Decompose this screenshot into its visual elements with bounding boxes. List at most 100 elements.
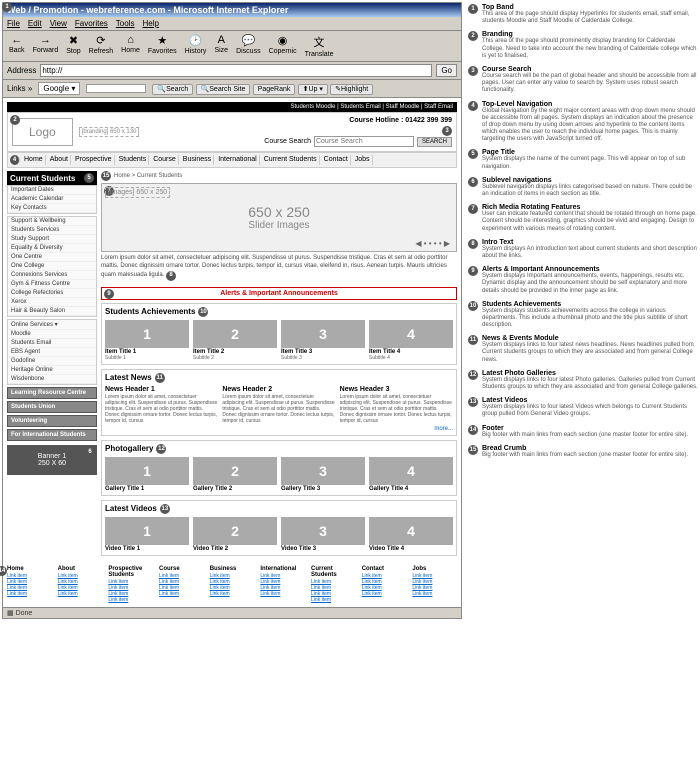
news-more[interactable]: more... [105, 426, 453, 432]
thumb-item[interactable]: 4Item Title 4Subtitle 4 [369, 320, 453, 361]
footer-link[interactable]: Link item [7, 591, 52, 597]
menu-edit[interactable]: Edit [28, 19, 42, 28]
discuss-button[interactable]: 💬Discuss [234, 34, 263, 58]
nav-jobs[interactable]: Jobs [353, 155, 373, 165]
footer-link[interactable]: Link item [58, 591, 103, 597]
sidebar-item[interactable]: Hair & Beauty Salon [8, 307, 96, 316]
stop-button[interactable]: ✖Stop [64, 34, 82, 58]
google-btn[interactable]: ⬆Up ▾ [298, 84, 328, 95]
sidebar-item[interactable]: Students Email [8, 339, 96, 348]
thumb-item[interactable]: 2Item Title 2Subtitle 2 [193, 320, 277, 361]
copernic-button[interactable]: ◉Copernic [267, 34, 299, 58]
news-item[interactable]: News Header 2Lorem ipsum dolor sit amet,… [222, 386, 335, 424]
links-bar: Links » Google ▾ 🔍Search 🔍Search Site Pa… [3, 80, 461, 98]
sidebar-item[interactable]: College Refectories [8, 289, 96, 298]
nav-contact[interactable]: Contact [322, 155, 351, 165]
nav-international[interactable]: International [216, 155, 260, 165]
nav-home[interactable]: Home [22, 155, 46, 165]
slider[interactable]: 7 [images] 650 x 250 650 x 250 Slider Im… [101, 183, 457, 252]
footer-col: HomeLink itemLink itemLink itemLink item [7, 566, 52, 603]
footer-link[interactable]: Link item [108, 597, 153, 603]
footer-link[interactable]: Link item [412, 591, 457, 597]
sidebar-item[interactable]: Wisdenbone [8, 375, 96, 384]
alerts-bar[interactable]: 9Alerts & Important Announcements [101, 287, 457, 300]
sidebar-block[interactable]: Students Union [8, 402, 96, 412]
nav-prospective[interactable]: Prospective [73, 155, 115, 165]
thumb-item[interactable]: 1Video Title 1 [105, 517, 189, 552]
menu-file[interactable]: File [7, 19, 20, 28]
translate-button[interactable]: 文Translate [303, 34, 336, 58]
thumb-item[interactable]: 1Item Title 1Subtitle 1 [105, 320, 189, 361]
thumb-item[interactable]: 4Video Title 4 [369, 517, 453, 552]
thumb-item[interactable]: 3Gallery Title 3 [281, 457, 365, 492]
sidebar-item[interactable]: One College [8, 262, 96, 271]
favorites-button[interactable]: ★Favorites [146, 34, 179, 58]
home-button[interactable]: ⌂Home [119, 34, 142, 58]
sidebar-item[interactable]: EBS Agent [8, 348, 96, 357]
main-content: 15Home > Current Students 7 [images] 650… [101, 171, 457, 560]
news-item[interactable]: News Header 3Lorem ipsum dolor sit amet,… [340, 386, 453, 424]
sidebar-item[interactable]: Academic Calendar [8, 195, 96, 204]
footer-link[interactable]: Link item [362, 591, 407, 597]
logo[interactable]: Logo [12, 118, 73, 146]
sidebar-block[interactable]: Learning Resource Centre [8, 388, 96, 398]
footer-link[interactable]: Link item [210, 591, 255, 597]
menu-favorites[interactable]: Favorites [75, 19, 108, 28]
sidebar-item[interactable]: Godofine [8, 357, 96, 366]
sidebar-item[interactable]: Online Services ▾ [8, 320, 96, 330]
thumb-item[interactable]: 2Video Title 2 [193, 517, 277, 552]
sidebar-item[interactable]: Heritage Online [8, 366, 96, 375]
sidebar-item[interactable]: Moodle [8, 330, 96, 339]
footer-link[interactable]: Link item [159, 591, 204, 597]
thumb-item[interactable]: 1Gallery Title 1 [105, 457, 189, 492]
nav-about[interactable]: About [48, 155, 71, 165]
nav-students[interactable]: Students [117, 155, 150, 165]
address-input[interactable] [40, 64, 432, 77]
sidebar-item[interactable]: One Centre [8, 253, 96, 262]
sidebar-item[interactable]: Important Dates [8, 186, 96, 195]
refresh-button[interactable]: ⟳Refresh [87, 34, 116, 58]
menu-tools[interactable]: Tools [116, 19, 135, 28]
thumb-item[interactable]: 3Video Title 3 [281, 517, 365, 552]
menu-help[interactable]: Help [142, 19, 158, 28]
sidebar-block[interactable]: Volunteering [8, 416, 96, 426]
course-search-input[interactable] [314, 136, 414, 147]
sidebar-item[interactable]: Key Contacts [8, 204, 96, 213]
google-dropdown[interactable]: Google ▾ [38, 82, 80, 95]
footer-link[interactable]: Link item [311, 597, 356, 603]
history-button[interactable]: 🕑History [183, 34, 209, 58]
sidebar-block[interactable]: For International Students [8, 430, 96, 440]
news-item[interactable]: News Header 1Lorem ipsum dolor sit amet,… [105, 386, 218, 424]
size-button[interactable]: ASize [212, 34, 230, 58]
sidebar-item[interactable]: Xerox [8, 298, 96, 307]
sidebar-item[interactable]: Equality & Diversity [8, 244, 96, 253]
breadcrumb[interactable]: 15Home > Current Students [101, 171, 457, 181]
google-btn[interactable]: 🔍Search Site [196, 84, 251, 95]
google-search[interactable] [86, 84, 146, 93]
sidebar-item[interactable]: Connexions Services [8, 271, 96, 280]
toolbar: ←Back→Forward✖Stop ⟳Refresh⌂Home★Favorite… [3, 31, 461, 62]
sidebar-item[interactable]: Support & Wellbeing [8, 217, 96, 226]
thumb-item[interactable]: 3Item Title 3Subtitle 3 [281, 320, 365, 361]
thumb-item[interactable]: 4Gallery Title 4 [369, 457, 453, 492]
sidebar-banner[interactable]: Banner 1 250 X 606 [7, 445, 97, 475]
thumb-item[interactable]: 2Gallery Title 2 [193, 457, 277, 492]
google-btn[interactable]: 🔍Search [152, 84, 193, 95]
nav-course[interactable]: Course [151, 155, 179, 165]
slider-pager[interactable]: ◀ • • • • ▶ [415, 239, 450, 248]
go-button[interactable]: Go [436, 64, 457, 77]
search-button[interactable]: SEARCH [417, 137, 452, 147]
top-band[interactable]: Students Moodle | Students Email | Staff… [7, 102, 457, 112]
sidebar-item[interactable]: Study Support [8, 235, 96, 244]
nav-current-students[interactable]: Current Students [262, 155, 320, 165]
google-btn[interactable]: ✎Highlight [330, 84, 373, 95]
menu-view[interactable]: View [50, 19, 67, 28]
forward-button[interactable]: →Forward [31, 34, 61, 58]
sidebar-item[interactable]: Gym & Fitness Centre [8, 280, 96, 289]
back-button[interactable]: ←Back [7, 34, 27, 58]
google-btn[interactable]: PageRank [253, 84, 296, 95]
nav-business[interactable]: Business [181, 155, 214, 165]
sidebar-item[interactable]: Students Services [8, 226, 96, 235]
footer-col: JobsLink itemLink itemLink itemLink item [412, 566, 457, 603]
footer-link[interactable]: Link item [260, 591, 305, 597]
